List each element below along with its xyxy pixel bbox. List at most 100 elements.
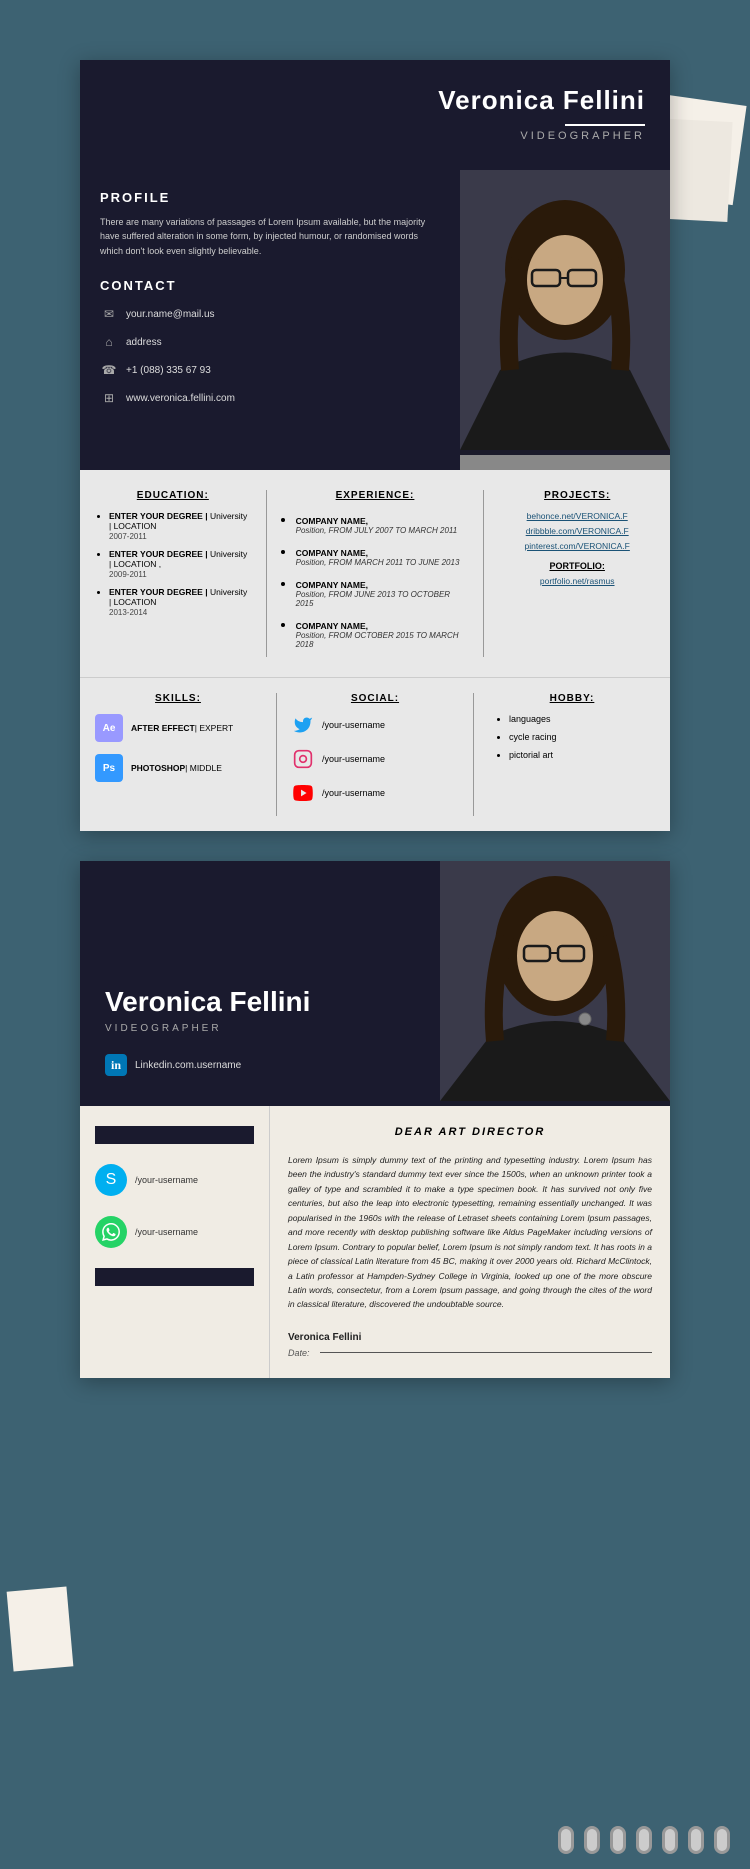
social-twitter: /your-username: [292, 714, 458, 736]
email-icon: ✉: [100, 305, 118, 323]
social-instagram: /your-username: [292, 748, 458, 770]
letter-skype-text: /your-username: [135, 1175, 198, 1185]
page2-header-left: Veronica Fellini VIDEOGRAPHER in Linkedi…: [80, 861, 440, 1106]
resume-lower: EDUCATION: ENTER YOUR DEGREE | Universit…: [80, 470, 670, 831]
social-heading: SOCIAL:: [292, 693, 458, 704]
letter-body: Lorem Ipsum is simply dummy text of the …: [288, 1153, 652, 1312]
header-name: Veronica Fellini: [438, 85, 645, 116]
skill-ae-text: AFTER EFFECT| EXPERT: [131, 723, 233, 733]
col-skills: SKILLS: Ae AFTER EFFECT| EXPERT Ps PHOTO…: [80, 693, 277, 816]
letter-top-bar: [95, 1126, 254, 1144]
contact-email: ✉ your.name@mail.us: [100, 305, 440, 323]
exp-company-3: COMPANY NAME,: [296, 580, 469, 590]
experience-list: COMPANY NAME, Position, FROM JULY 2007 T…: [282, 511, 469, 649]
header-name-block: Veronica Fellini VIDEOGRAPHER: [438, 85, 645, 142]
projects-heading: PROJECTS:: [499, 490, 655, 501]
edu-dates-2: 2009-2011: [109, 570, 147, 579]
youtube-icon: [292, 782, 314, 804]
social-youtube-text: /your-username: [322, 788, 385, 798]
ring-3: [610, 1826, 626, 1854]
contact-email-text: your.name@mail.us: [126, 309, 215, 320]
skill-photoshop: Ps PHOTOSHOP| MIDDLE: [95, 754, 261, 782]
col-experience: EXPERIENCE: COMPANY NAME, Position, FROM…: [267, 490, 485, 657]
exp-item-1: COMPANY NAME, Position, FROM JULY 2007 T…: [296, 511, 469, 535]
profile-heading: PROFILE: [100, 190, 440, 205]
header-line: [565, 124, 645, 126]
page2-header-photo: [440, 861, 670, 1106]
project-link-1[interactable]: behonce.net/VERONICA.F: [499, 511, 655, 521]
edu-degree-1: ENTER YOUR DEGREE |: [109, 511, 208, 521]
page2-name: Veronica Fellini: [105, 986, 415, 1018]
skill-ps-text: PHOTOSHOP| MIDDLE: [131, 763, 222, 773]
col-projects: PROJECTS: behonce.net/VERONICA.F dribbbl…: [484, 490, 670, 657]
profile-photo-bg: [460, 170, 670, 455]
exp-role-3: Position, FROM JUNE 2013 TO OCTOBER 2015: [296, 590, 469, 608]
exp-item-3: COMPANY NAME, Position, FROM JUNE 2013 T…: [296, 575, 469, 608]
resume-header: Veronica Fellini VIDEOGRAPHER: [80, 60, 670, 170]
contact-heading: CONTACT: [100, 278, 440, 293]
page2-letter-right: DEAR ART DIRECTOR Lorem Ipsum is simply …: [270, 1106, 670, 1378]
edu-dates-1: 2007-2011: [109, 532, 147, 541]
letter-whatsapp-text: /your-username: [135, 1227, 198, 1237]
edu-item-1: ENTER YOUR DEGREE | University | LOCATIO…: [109, 511, 251, 541]
hobby-item-3: pictorial art: [509, 750, 655, 760]
letter-whatsapp: /your-username: [95, 1216, 254, 1248]
page2-title: VIDEOGRAPHER: [105, 1023, 415, 1034]
social-instagram-text: /your-username: [322, 754, 385, 764]
letter-heading: DEAR ART DIRECTOR: [288, 1126, 652, 1138]
letter-date-line: Date:: [288, 1348, 652, 1358]
profile-photo: [460, 170, 670, 470]
experience-heading: EXPERIENCE:: [282, 490, 469, 501]
hobby-list: languages cycle racing pictorial art: [489, 714, 655, 760]
whatsapp-icon: [95, 1216, 127, 1248]
profile-photo-svg: [460, 170, 670, 450]
social-twitter-text: /your-username: [322, 720, 385, 730]
page2-header: Veronica Fellini VIDEOGRAPHER in Linkedi…: [80, 861, 670, 1106]
contact-phone: ☎ +1 (088) 335 67 93: [100, 361, 440, 379]
letter-signature: Veronica Fellini: [288, 1332, 652, 1343]
edu-item-3: ENTER YOUR DEGREE | University | LOCATIO…: [109, 587, 251, 617]
project-link-3[interactable]: pinterest.com/VERONICA.F: [499, 541, 655, 551]
three-col-main: EDUCATION: ENTER YOUR DEGREE | Universit…: [80, 470, 670, 678]
profile-section: PROFILE There are many variations of pas…: [80, 170, 670, 470]
page2-linkedin: in Linkedin.com.username: [105, 1054, 415, 1076]
resume-page-2: Veronica Fellini VIDEOGRAPHER in Linkedi…: [80, 861, 670, 1378]
education-heading: EDUCATION:: [95, 490, 251, 501]
edu-item-2: ENTER YOUR DEGREE | University | LOCATIO…: [109, 549, 251, 579]
notebook-rings: [558, 1826, 730, 1854]
ring-2: [584, 1826, 600, 1854]
portfolio-link[interactable]: portfolio.net/rasmus: [499, 576, 655, 586]
project-link-2[interactable]: dribbble.com/VERONICA.F: [499, 526, 655, 536]
contact-web: ⊞ www.veronica.fellini.com: [100, 389, 440, 407]
exp-company-1: COMPANY NAME,: [296, 516, 469, 526]
col-hobby: HOBBY: languages cycle racing pictorial …: [474, 693, 670, 816]
linkedin-icon: in: [105, 1054, 127, 1076]
three-col-lower: SKILLS: Ae AFTER EFFECT| EXPERT Ps PHOTO…: [80, 678, 670, 831]
instagram-icon: [292, 748, 314, 770]
exp-role-2: Position, FROM MARCH 2011 TO JUNE 2013: [296, 558, 469, 567]
portfolio-heading: PORTFOLIO:: [499, 561, 655, 571]
edu-degree-2: ENTER YOUR DEGREE |: [109, 549, 208, 559]
letter-date-underline: [320, 1352, 652, 1353]
contact-address-text: address: [126, 337, 162, 348]
social-youtube: /your-username: [292, 782, 458, 804]
ring-6: [688, 1826, 704, 1854]
exp-item-4: COMPANY NAME, Position, FROM OCTOBER 201…: [296, 616, 469, 649]
exp-company-4: COMPANY NAME,: [296, 621, 469, 631]
header-title: VIDEOGRAPHER: [438, 130, 645, 142]
skype-icon: S: [95, 1164, 127, 1196]
contact-address: ⌂ address: [100, 333, 440, 351]
ring-7: [714, 1826, 730, 1854]
ps-icon: Ps: [95, 754, 123, 782]
page2-photo-svg: [440, 861, 670, 1101]
profile-text: There are many variations of passages of…: [100, 215, 440, 258]
bg-paper-3: [7, 1587, 74, 1672]
phone-icon: ☎: [100, 361, 118, 379]
resume-page-1: Veronica Fellini VIDEOGRAPHER PROFILE Th…: [80, 60, 670, 831]
hobby-item-2: cycle racing: [509, 732, 655, 742]
education-list: ENTER YOUR DEGREE | University | LOCATIO…: [95, 511, 251, 617]
profile-left: PROFILE There are many variations of pas…: [80, 170, 460, 470]
letter-date-label: Date:: [288, 1348, 310, 1358]
ring-5: [662, 1826, 678, 1854]
home-icon: ⌂: [100, 333, 118, 351]
